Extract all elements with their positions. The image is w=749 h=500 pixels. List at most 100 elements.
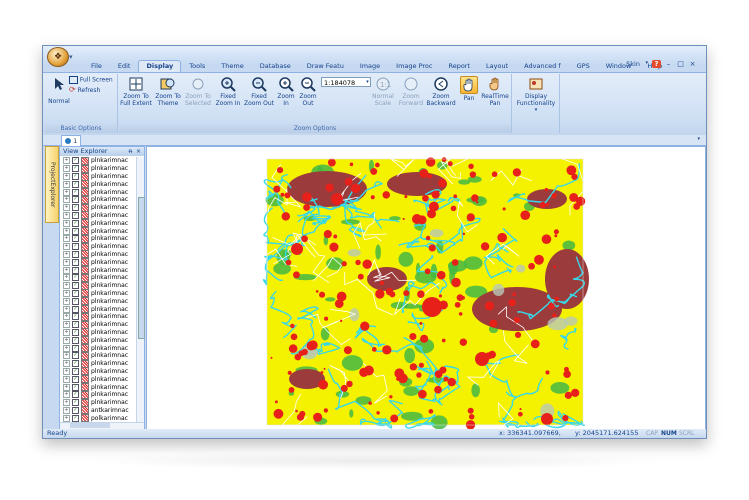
layer-row[interactable]: + ✓ plnkarimnac	[60, 320, 136, 329]
layer-row[interactable]: + ✓ plnkarimnac	[60, 305, 136, 314]
display-functionality-button[interactable]: Display Functionality ▾	[515, 76, 557, 114]
expand-icon[interactable]: +	[63, 211, 70, 219]
layer-visibility-checkbox[interactable]: ✓	[72, 321, 79, 329]
layer-list-hscrollbar[interactable]	[60, 422, 144, 429]
expand-icon[interactable]: +	[63, 360, 70, 368]
layer-visibility-checkbox[interactable]: ✓	[72, 406, 79, 414]
layer-visibility-checkbox[interactable]: ✓	[72, 258, 79, 266]
expand-icon[interactable]: +	[63, 157, 70, 165]
skin-dropdown-icon[interactable]: ▾	[645, 60, 648, 66]
expand-icon[interactable]: +	[63, 282, 70, 290]
realtime-pan-button[interactable]: RealTime Pan	[481, 76, 509, 107]
layer-row[interactable]: + ✓ plnkarimnac	[60, 227, 136, 236]
layer-visibility-checkbox[interactable]: ✓	[72, 375, 79, 383]
layer-visibility-checkbox[interactable]: ✓	[72, 305, 79, 313]
expand-icon[interactable]: +	[63, 391, 70, 399]
layer-row[interactable]: + ✓ plnkarimnac	[60, 195, 136, 204]
layer-visibility-checkbox[interactable]: ✓	[72, 180, 79, 188]
layer-visibility-checkbox[interactable]: ✓	[72, 172, 79, 180]
expand-icon[interactable]: +	[63, 352, 70, 360]
tab-list-dropdown-icon[interactable]: ▾	[697, 136, 700, 142]
layer-row[interactable]: + ✓ plnkarimnac	[60, 211, 136, 220]
layer-visibility-checkbox[interactable]: ✓	[72, 360, 79, 368]
expand-icon[interactable]: +	[63, 165, 70, 173]
layer-visibility-checkbox[interactable]: ✓	[72, 282, 79, 290]
layer-row[interactable]: + ✓ antkarimnac	[60, 406, 136, 415]
layer-row[interactable]: + ✓ plnkarimnac	[60, 375, 136, 384]
layer-row[interactable]: + ✓ plnkarimnac	[60, 383, 136, 392]
layer-row[interactable]: + ✓ plnkarimnac	[60, 172, 136, 181]
expand-icon[interactable]: +	[63, 235, 70, 243]
layer-row[interactable]: + ✓ plnkarimnac	[60, 297, 136, 306]
layer-visibility-checkbox[interactable]: ✓	[72, 157, 79, 165]
layer-visibility-checkbox[interactable]: ✓	[72, 219, 79, 227]
expand-icon[interactable]: +	[63, 321, 70, 329]
scrollbar-thumb[interactable]	[138, 197, 145, 339]
close-panel-icon[interactable]: ×	[136, 147, 141, 156]
layer-visibility-checkbox[interactable]: ✓	[72, 165, 79, 173]
layer-visibility-checkbox[interactable]: ✓	[72, 188, 79, 196]
layer-visibility-checkbox[interactable]: ✓	[72, 352, 79, 360]
expand-icon[interactable]: +	[63, 196, 70, 204]
expand-icon[interactable]: +	[63, 188, 70, 196]
expand-icon[interactable]: +	[63, 367, 70, 375]
tab-file[interactable]: File	[83, 60, 110, 72]
app-menu-button[interactable]: ❖	[47, 47, 69, 67]
skin-menu[interactable]: Skin	[626, 60, 640, 68]
normal-scale-button[interactable]: 1:1 Normal Scale	[371, 76, 395, 107]
expand-icon[interactable]: +	[63, 305, 70, 313]
expand-icon[interactable]: +	[63, 414, 70, 422]
layer-row[interactable]: + ✓ plnkarimnac	[60, 250, 136, 259]
expand-icon[interactable]: +	[63, 180, 70, 188]
expand-icon[interactable]: +	[63, 406, 70, 414]
layer-row[interactable]: + ✓ plnkarimnac	[60, 157, 136, 165]
layer-visibility-checkbox[interactable]: ✓	[72, 414, 79, 422]
close-button[interactable]: ×	[688, 60, 697, 68]
zoom-to-theme-button[interactable]: Zoom To Theme	[153, 76, 183, 107]
scale-dropdown-icon[interactable]: ▾	[364, 77, 371, 87]
layer-visibility-checkbox[interactable]: ✓	[72, 289, 79, 297]
map-document-tab[interactable]: 1	[61, 135, 82, 146]
tab-image-proc[interactable]: Image Proc	[388, 60, 440, 72]
zoom-forward-button[interactable]: Zoom Forward	[397, 76, 425, 107]
project-explorer-side-tab[interactable]: ProjectExplorer	[45, 146, 59, 223]
expand-icon[interactable]: +	[63, 266, 70, 274]
tab-edit[interactable]: Edit	[110, 60, 139, 72]
expand-icon[interactable]: +	[63, 172, 70, 180]
layer-visibility-checkbox[interactable]: ✓	[72, 383, 79, 391]
layer-row[interactable]: + ✓ plnkarimnac	[60, 328, 136, 337]
layer-visibility-checkbox[interactable]: ✓	[72, 250, 79, 258]
normal-button[interactable]: Normal	[47, 76, 71, 105]
layer-visibility-checkbox[interactable]: ✓	[72, 367, 79, 375]
expand-icon[interactable]: +	[63, 258, 70, 266]
layer-row[interactable]: + ✓ plnkarimnac	[60, 266, 136, 275]
pin-icon[interactable]: ᵰ	[129, 147, 132, 156]
layer-visibility-checkbox[interactable]: ✓	[72, 243, 79, 251]
zoom-to-selected-button[interactable]: Zoom To Selected	[183, 76, 213, 107]
layer-row[interactable]: + ✓ plnkarimnac	[60, 289, 136, 298]
layer-visibility-checkbox[interactable]: ✓	[72, 313, 79, 321]
expand-icon[interactable]: +	[63, 344, 70, 352]
zoom-full-extent-button[interactable]: Zoom To Full Extent	[119, 76, 153, 107]
layer-row[interactable]: + ✓ plnkarimnac	[60, 367, 136, 376]
tab-draw-featu[interactable]: Draw Featu	[299, 60, 352, 72]
expand-icon[interactable]: +	[63, 375, 70, 383]
expand-icon[interactable]: +	[63, 227, 70, 235]
layer-row[interactable]: + ✓ plnkarimnac	[60, 273, 136, 282]
land-use-map[interactable]	[147, 147, 705, 430]
expand-icon[interactable]: +	[63, 399, 70, 407]
layer-row[interactable]: + ✓ plnkarimnac	[60, 359, 136, 368]
layer-row[interactable]: + ✓ plnkarimnac	[60, 281, 136, 290]
zoom-in-button[interactable]: Zoom In	[275, 76, 297, 107]
map-canvas[interactable]	[146, 146, 706, 430]
expand-icon[interactable]: +	[63, 204, 70, 212]
layer-list-scrollbar[interactable]	[136, 157, 145, 423]
layer-visibility-checkbox[interactable]: ✓	[72, 235, 79, 243]
layer-visibility-checkbox[interactable]: ✓	[72, 297, 79, 305]
tab-display[interactable]: Display	[138, 60, 182, 72]
tab-database[interactable]: Database	[252, 60, 299, 72]
layer-row[interactable]: + ✓ plnkarimnac	[60, 234, 136, 243]
expand-icon[interactable]: +	[63, 313, 70, 321]
layer-visibility-checkbox[interactable]: ✓	[72, 336, 79, 344]
expand-icon[interactable]: +	[63, 297, 70, 305]
